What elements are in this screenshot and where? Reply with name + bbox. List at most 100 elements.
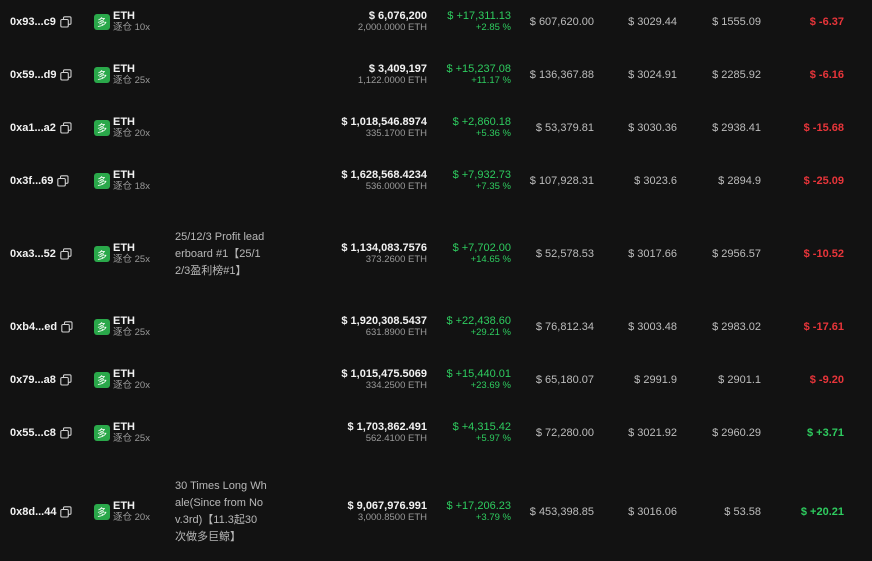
copy-icon[interactable] bbox=[60, 68, 73, 81]
position-value: $ 6,076,200 bbox=[368, 9, 427, 22]
address-link[interactable]: 0x8d...44 bbox=[10, 506, 56, 518]
address-cell: 0xa3...52 bbox=[0, 248, 92, 260]
entry-price-cell: $ 3024.91 bbox=[628, 68, 677, 81]
table-row[interactable]: 0xa1...a2 多 ETH 逐仓 20x $ 1,018,546.8974 … bbox=[0, 101, 872, 154]
long-badge: 多 bbox=[94, 503, 110, 520]
margin-cell: $ 136,367.88 bbox=[529, 68, 594, 81]
pnl-cell: $ +15,237.08 +11.17 % bbox=[427, 63, 511, 87]
coin-name[interactable]: ETH bbox=[113, 368, 150, 380]
position-value-cell: $ 3,409,197 1,122.0000 ETH bbox=[267, 63, 427, 87]
table-row[interactable]: 0x55...c8 多 ETH 逐仓 25x $ 1,703,862.491 5… bbox=[0, 406, 872, 459]
copy-icon[interactable] bbox=[60, 505, 73, 518]
margin-cell: $ 65,180.07 bbox=[535, 373, 594, 386]
pnl-percent: +5.36 % bbox=[475, 127, 511, 139]
copy-icon[interactable] bbox=[60, 15, 72, 28]
coin-info: ETH 逐仓 10x bbox=[113, 10, 150, 34]
table-row[interactable]: 0x8d...44 多 ETH 逐仓 20x 30 Times Long Wha… bbox=[0, 462, 872, 561]
address-cell: 0xb4...ed bbox=[0, 321, 92, 333]
table-row[interactable]: 0x3f...69 多 ETH 逐仓 18x $ 1,628,568.4234 … bbox=[0, 154, 872, 207]
position-value: $ 9,067,976.991 bbox=[347, 499, 427, 512]
address-link[interactable]: 0x59...d9 bbox=[10, 69, 56, 81]
copy-icon-glyph bbox=[60, 68, 73, 81]
copy-icon-glyph bbox=[60, 121, 72, 134]
address-cell: 0x59...d9 bbox=[0, 69, 92, 81]
coin-cell: 多 ETH 逐仓 20x bbox=[92, 368, 175, 392]
table-row[interactable]: 0x93...c9 多 ETH 逐仓 10x $ 6,076,200 2,000… bbox=[0, 0, 872, 43]
position-value-cell: $ 6,076,200 2,000.0000 ETH bbox=[267, 10, 427, 34]
position-value: $ 1,134,083.7576 bbox=[341, 242, 427, 254]
coin-name[interactable]: ETH bbox=[113, 500, 150, 512]
entry-price-cell: $ 3003.48 bbox=[628, 320, 677, 333]
table-row[interactable]: 0xa3...52 多 ETH 逐仓 25x 25/12/3 Profit le… bbox=[0, 212, 872, 296]
unrealized-pnl: $ +7,932.73 bbox=[452, 168, 511, 181]
coin-name[interactable]: ETH bbox=[113, 169, 150, 181]
address-cell: 0x79...a8 bbox=[0, 374, 92, 386]
copy-icon[interactable] bbox=[60, 121, 72, 134]
pnl-percent: +11.17 % bbox=[471, 74, 511, 86]
address-link[interactable]: 0x55...c8 bbox=[10, 427, 56, 439]
coin-name[interactable]: ETH bbox=[113, 421, 150, 433]
long-badge: 多 bbox=[94, 119, 110, 136]
coin-name[interactable]: ETH bbox=[113, 63, 150, 75]
pnl-cell: $ +4,315.42 +5.97 % bbox=[427, 421, 511, 445]
margin-cell: $ 107,928.31 bbox=[529, 174, 594, 187]
liquidation-price-cell: $ 2901.1 bbox=[718, 373, 761, 386]
pnl-cell: $ +7,702.00 +14.65 % bbox=[427, 242, 511, 266]
pnl-percent: +7.35 % bbox=[475, 180, 511, 192]
address-link[interactable]: 0x79...a8 bbox=[10, 374, 56, 386]
address-link[interactable]: 0xa1...a2 bbox=[10, 122, 56, 134]
coin-cell: 多 ETH 逐仓 25x bbox=[92, 63, 175, 87]
table-row[interactable]: 0x79...a8 多 ETH 逐仓 20x $ 1,015,475.5069 … bbox=[0, 353, 872, 406]
copy-icon-glyph bbox=[60, 505, 73, 518]
copy-icon[interactable] bbox=[60, 248, 72, 260]
copy-icon[interactable] bbox=[57, 174, 69, 187]
coin-cell: 多 ETH 逐仓 25x bbox=[92, 315, 175, 339]
position-size: 631.8900 ETH bbox=[365, 326, 427, 338]
address-link[interactable]: 0xa3...52 bbox=[10, 248, 56, 260]
pnl-percent: +2.85 % bbox=[475, 21, 511, 33]
coin-name[interactable]: ETH bbox=[113, 116, 150, 128]
position-value-cell: $ 1,703,862.491 562.4100 ETH bbox=[267, 421, 427, 445]
position-value-cell: $ 1,920,308.5437 631.8900 ETH bbox=[267, 315, 427, 339]
funding-fee-cell: $ -15.68 bbox=[803, 121, 844, 134]
margin-cell: $ 53,379.81 bbox=[535, 121, 594, 134]
margin-cell: $ 72,280.00 bbox=[535, 426, 594, 439]
note-cell: 25/12/3 Profit leaderboard #1【25/12/3盈利榜… bbox=[175, 230, 265, 277]
coin-name[interactable]: ETH bbox=[113, 242, 150, 254]
table-row[interactable]: 0x59...d9 多 ETH 逐仓 25x $ 3,409,197 1,122… bbox=[0, 48, 872, 101]
pnl-percent: +29.21 % bbox=[470, 326, 511, 338]
copy-icon-glyph bbox=[60, 15, 72, 28]
coin-info: ETH 逐仓 25x bbox=[113, 421, 150, 445]
copy-icon[interactable] bbox=[60, 426, 72, 439]
coin-info: ETH 逐仓 20x bbox=[113, 368, 150, 392]
position-value-cell: $ 1,134,083.7576 373.2600 ETH bbox=[267, 242, 427, 266]
table-row[interactable]: 0xb4...ed 多 ETH 逐仓 25x $ 1,920,308.5437 … bbox=[0, 300, 872, 353]
positions-table: 0x93...c9 多 ETH 逐仓 10x $ 6,076,200 2,000… bbox=[0, 0, 872, 561]
address-link[interactable]: 0xb4...ed bbox=[10, 321, 57, 333]
address-link[interactable]: 0x93...c9 bbox=[10, 16, 56, 28]
address-link[interactable]: 0x3f...69 bbox=[10, 175, 53, 187]
coin-info: ETH 逐仓 20x bbox=[113, 500, 150, 524]
coin-info: ETH 逐仓 20x bbox=[113, 116, 150, 140]
position-value: $ 1,018,546.8974 bbox=[341, 115, 427, 128]
unrealized-pnl: $ +15,237.08 bbox=[446, 62, 511, 75]
position-size: 562.4100 ETH bbox=[365, 432, 427, 444]
coin-name[interactable]: ETH bbox=[113, 10, 150, 22]
pnl-percent: +14.65 % bbox=[470, 254, 511, 265]
pnl-percent: +23.69 % bbox=[470, 379, 511, 391]
funding-fee-cell: $ -9.20 bbox=[809, 373, 844, 386]
leverage-label: 逐仓 25x bbox=[113, 326, 150, 338]
coin-name[interactable]: ETH bbox=[113, 315, 150, 327]
liquidation-price-cell: $ 2983.02 bbox=[712, 320, 761, 333]
entry-price-cell: $ 3017.66 bbox=[628, 248, 677, 260]
margin-cell: $ 76,812.34 bbox=[535, 320, 594, 333]
leverage-label: 逐仓 25x bbox=[113, 254, 150, 265]
copy-icon[interactable] bbox=[61, 320, 73, 333]
coin-cell: 多 ETH 逐仓 20x bbox=[92, 500, 175, 524]
position-value: $ 1,628,568.4234 bbox=[341, 168, 427, 181]
long-badge: 多 bbox=[94, 66, 110, 83]
pnl-cell: $ +17,311.13 +2.85 % bbox=[427, 10, 511, 34]
address-cell: 0x8d...44 bbox=[0, 506, 92, 518]
copy-icon[interactable] bbox=[60, 373, 72, 386]
liquidation-price-cell: $ 2938.41 bbox=[712, 121, 761, 134]
